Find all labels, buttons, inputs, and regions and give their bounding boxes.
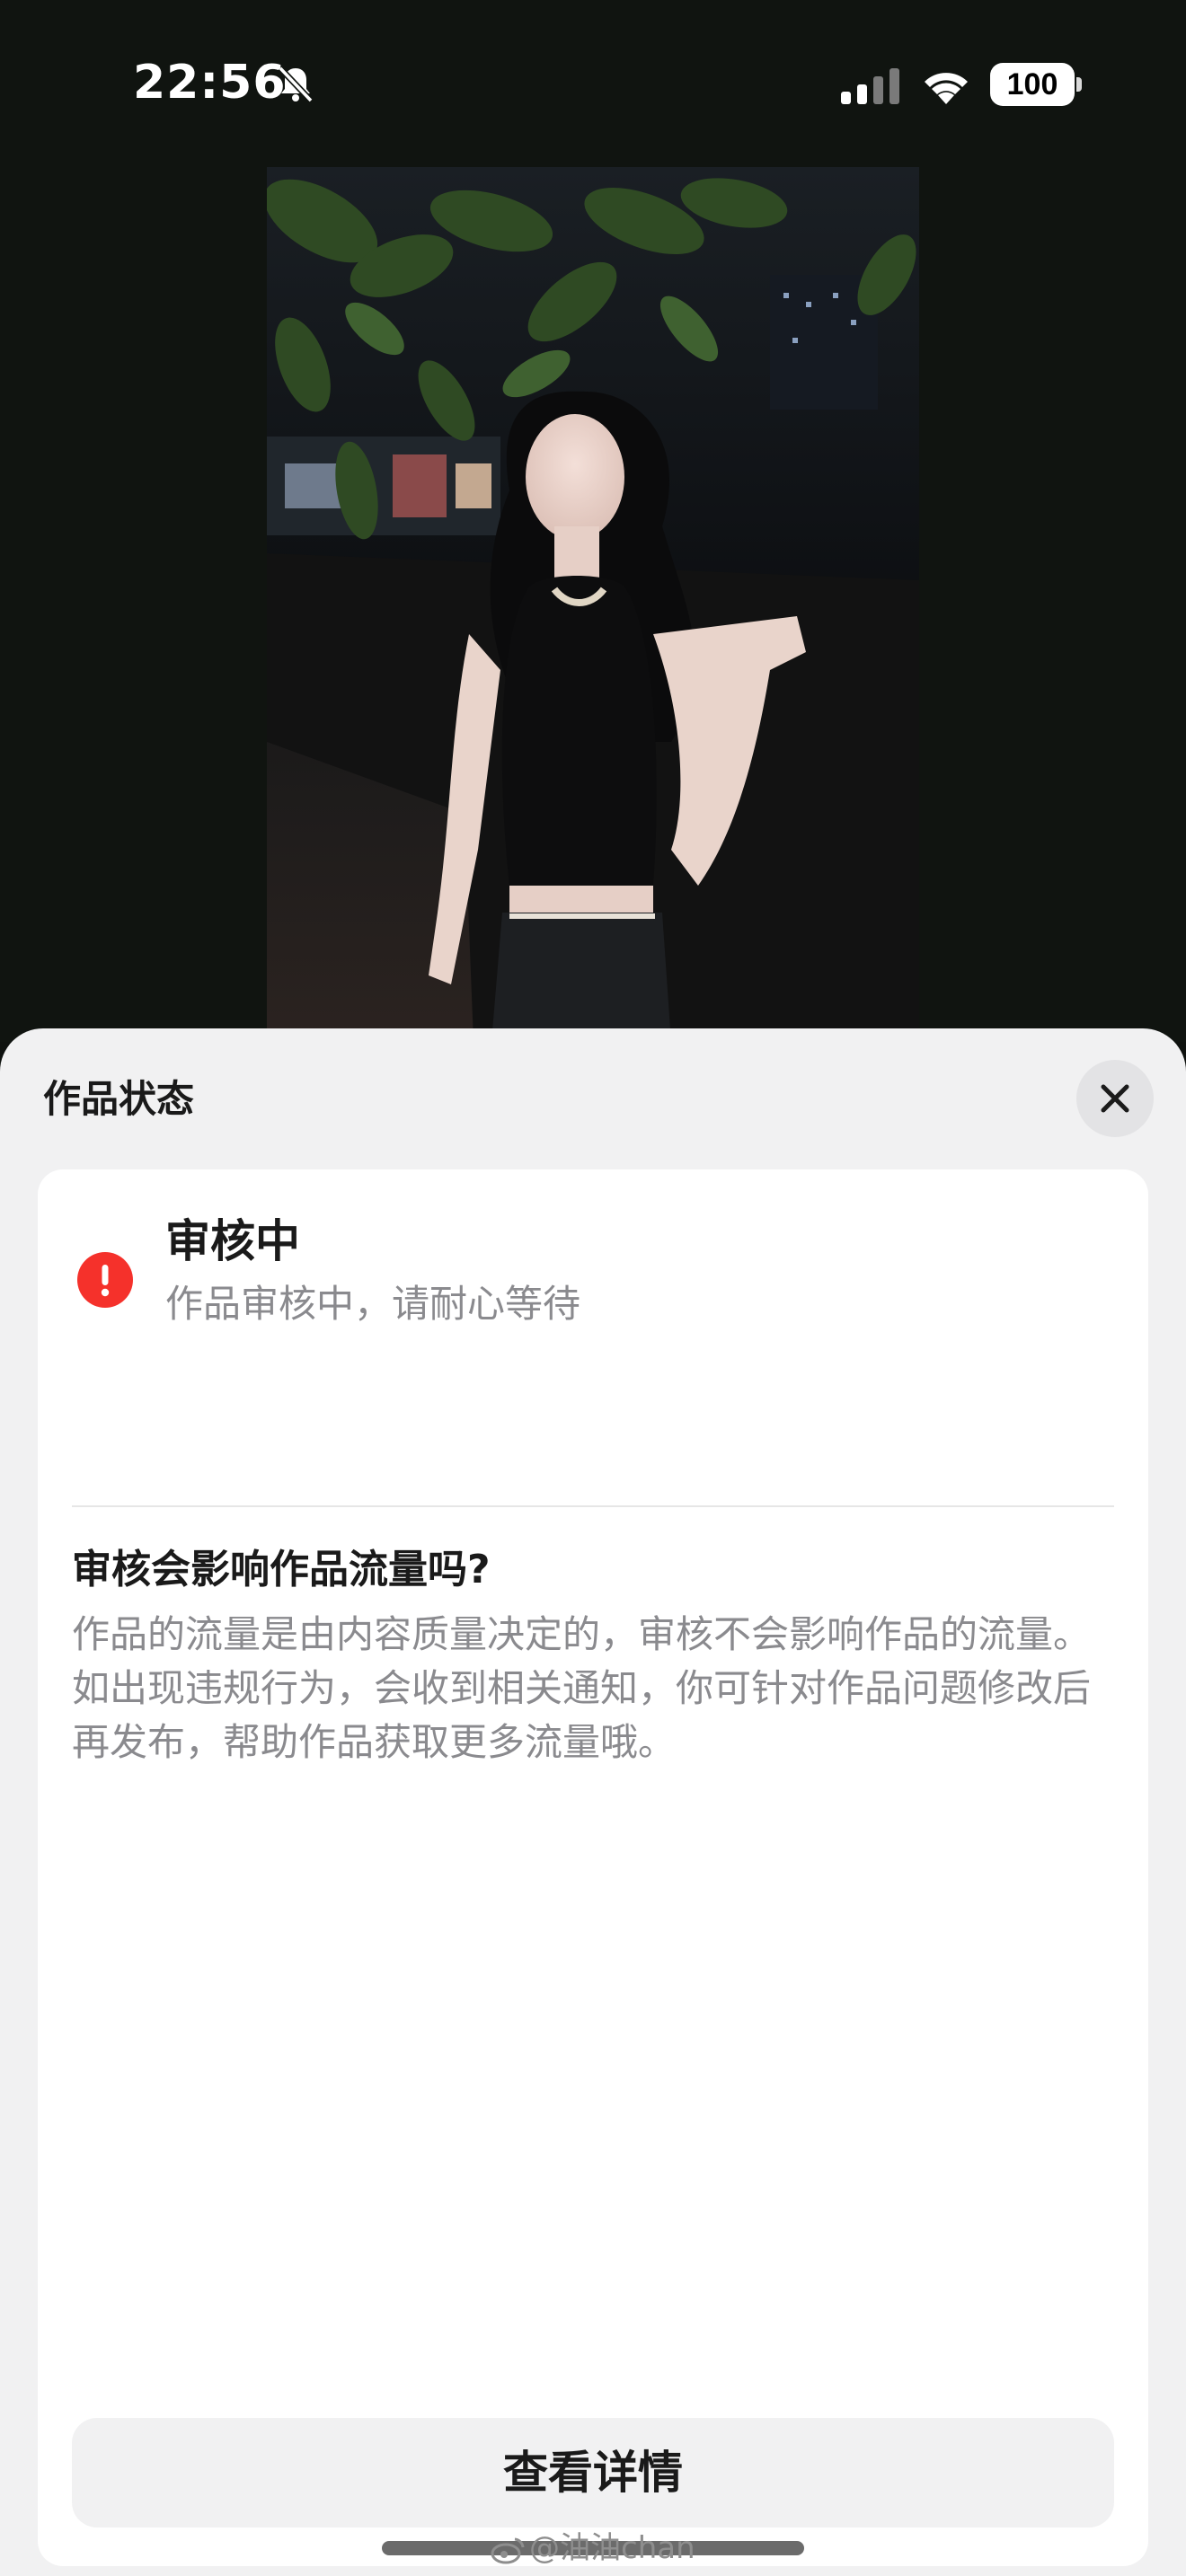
cellular-signal-icon [841, 68, 899, 104]
status-subtitle: 作品审核中，请耐心等待 [165, 1282, 581, 1326]
faq-answer: 作品的流量是由内容质量决定的，审核不会影响作品的流量。如出现违规行为，会收到相关… [72, 1612, 1092, 1764]
close-icon [1101, 1084, 1129, 1113]
exclamation-circle-icon [101, 1265, 110, 1297]
status-indicator [77, 1252, 133, 1308]
wifi-icon [925, 73, 968, 104]
post-status-sheet: 作品状态 审核中 作品审核中，请耐心等待 审核会影响作品流量吗? 作品的流量是由… [0, 1028, 1186, 2576]
weibo-logo-icon [491, 2537, 525, 2563]
status-time: 22:56 [133, 56, 287, 110]
watermark-text: @油油chan [529, 2530, 695, 2566]
bell-off-icon [278, 66, 314, 103]
faq-question: 审核会影响作品流量吗? [72, 1547, 491, 1592]
status-bar: 22:56 100 [0, 0, 1186, 171]
close-button[interactable] [1076, 1060, 1154, 1137]
view-details-button[interactable]: 查看详情 [72, 2418, 1114, 2527]
post-photo [267, 167, 919, 1042]
preview-area: 22:56 100 [0, 0, 1186, 1042]
status-card: 审核中 作品审核中，请耐心等待 审核会影响作品流量吗? 作品的流量是由内容质量决… [38, 1169, 1148, 2566]
battery-tip [1076, 77, 1082, 92]
divider [72, 1505, 1114, 1507]
watermark: @油油chan [490, 2523, 695, 2573]
sheet-title: 作品状态 [43, 1077, 195, 1121]
status-title: 审核中 [165, 1215, 300, 1267]
battery-icon: 100 [990, 63, 1075, 106]
